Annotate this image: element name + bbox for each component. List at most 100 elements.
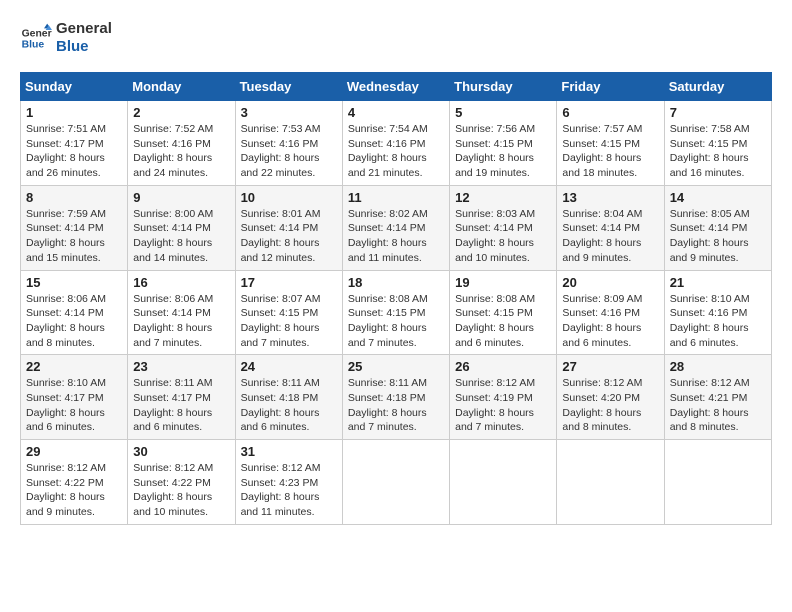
day-number: 14 bbox=[670, 190, 766, 205]
calendar-day-cell: 22 Sunrise: 8:10 AM Sunset: 4:17 PM Dayl… bbox=[21, 355, 128, 440]
calendar-day-cell: 24 Sunrise: 8:11 AM Sunset: 4:18 PM Dayl… bbox=[235, 355, 342, 440]
calendar-day-cell bbox=[450, 440, 557, 525]
calendar-day-cell bbox=[557, 440, 664, 525]
day-number: 8 bbox=[26, 190, 122, 205]
calendar-day-cell: 20 Sunrise: 8:09 AM Sunset: 4:16 PM Dayl… bbox=[557, 270, 664, 355]
day-info: Sunrise: 8:05 AM Sunset: 4:14 PM Dayligh… bbox=[670, 207, 766, 266]
calendar-day-cell: 2 Sunrise: 7:52 AM Sunset: 4:16 PM Dayli… bbox=[128, 101, 235, 186]
day-info: Sunrise: 8:11 AM Sunset: 4:17 PM Dayligh… bbox=[133, 376, 229, 435]
day-info: Sunrise: 8:07 AM Sunset: 4:15 PM Dayligh… bbox=[241, 292, 337, 351]
day-number: 28 bbox=[670, 359, 766, 374]
calendar-day-cell: 27 Sunrise: 8:12 AM Sunset: 4:20 PM Dayl… bbox=[557, 355, 664, 440]
logo-icon: General Blue bbox=[20, 22, 52, 54]
calendar-day-cell: 12 Sunrise: 8:03 AM Sunset: 4:14 PM Dayl… bbox=[450, 185, 557, 270]
day-info: Sunrise: 8:08 AM Sunset: 4:15 PM Dayligh… bbox=[348, 292, 444, 351]
calendar-week-row: 29 Sunrise: 8:12 AM Sunset: 4:22 PM Dayl… bbox=[21, 440, 772, 525]
day-of-week-header: Tuesday bbox=[235, 73, 342, 101]
calendar-day-cell: 14 Sunrise: 8:05 AM Sunset: 4:14 PM Dayl… bbox=[664, 185, 771, 270]
day-info: Sunrise: 8:04 AM Sunset: 4:14 PM Dayligh… bbox=[562, 207, 658, 266]
day-number: 1 bbox=[26, 105, 122, 120]
day-info: Sunrise: 8:12 AM Sunset: 4:19 PM Dayligh… bbox=[455, 376, 551, 435]
calendar-header: SundayMondayTuesdayWednesdayThursdayFrid… bbox=[21, 73, 772, 101]
day-info: Sunrise: 8:00 AM Sunset: 4:14 PM Dayligh… bbox=[133, 207, 229, 266]
calendar-day-cell: 9 Sunrise: 8:00 AM Sunset: 4:14 PM Dayli… bbox=[128, 185, 235, 270]
calendar-week-row: 15 Sunrise: 8:06 AM Sunset: 4:14 PM Dayl… bbox=[21, 270, 772, 355]
day-number: 21 bbox=[670, 275, 766, 290]
calendar-day-cell: 16 Sunrise: 8:06 AM Sunset: 4:14 PM Dayl… bbox=[128, 270, 235, 355]
calendar-body: 1 Sunrise: 7:51 AM Sunset: 4:17 PM Dayli… bbox=[21, 101, 772, 525]
day-info: Sunrise: 8:11 AM Sunset: 4:18 PM Dayligh… bbox=[348, 376, 444, 435]
calendar-day-cell: 8 Sunrise: 7:59 AM Sunset: 4:14 PM Dayli… bbox=[21, 185, 128, 270]
day-number: 11 bbox=[348, 190, 444, 205]
calendar-day-cell: 25 Sunrise: 8:11 AM Sunset: 4:18 PM Dayl… bbox=[342, 355, 449, 440]
calendar-day-cell: 29 Sunrise: 8:12 AM Sunset: 4:22 PM Dayl… bbox=[21, 440, 128, 525]
calendar-day-cell: 7 Sunrise: 7:58 AM Sunset: 4:15 PM Dayli… bbox=[664, 101, 771, 186]
logo: General Blue GeneralBlue bbox=[20, 20, 112, 56]
day-number: 22 bbox=[26, 359, 122, 374]
day-info: Sunrise: 7:54 AM Sunset: 4:16 PM Dayligh… bbox=[348, 122, 444, 181]
day-number: 7 bbox=[670, 105, 766, 120]
day-of-week-header: Saturday bbox=[664, 73, 771, 101]
day-number: 16 bbox=[133, 275, 229, 290]
day-number: 29 bbox=[26, 444, 122, 459]
day-number: 19 bbox=[455, 275, 551, 290]
day-info: Sunrise: 8:12 AM Sunset: 4:23 PM Dayligh… bbox=[241, 461, 337, 520]
day-info: Sunrise: 7:51 AM Sunset: 4:17 PM Dayligh… bbox=[26, 122, 122, 181]
calendar-day-cell bbox=[342, 440, 449, 525]
calendar-day-cell: 17 Sunrise: 8:07 AM Sunset: 4:15 PM Dayl… bbox=[235, 270, 342, 355]
day-number: 3 bbox=[241, 105, 337, 120]
day-info: Sunrise: 8:02 AM Sunset: 4:14 PM Dayligh… bbox=[348, 207, 444, 266]
day-info: Sunrise: 8:12 AM Sunset: 4:22 PM Dayligh… bbox=[26, 461, 122, 520]
calendar-week-row: 1 Sunrise: 7:51 AM Sunset: 4:17 PM Dayli… bbox=[21, 101, 772, 186]
day-info: Sunrise: 8:01 AM Sunset: 4:14 PM Dayligh… bbox=[241, 207, 337, 266]
calendar-day-cell: 10 Sunrise: 8:01 AM Sunset: 4:14 PM Dayl… bbox=[235, 185, 342, 270]
day-info: Sunrise: 8:10 AM Sunset: 4:16 PM Dayligh… bbox=[670, 292, 766, 351]
day-info: Sunrise: 8:12 AM Sunset: 4:21 PM Dayligh… bbox=[670, 376, 766, 435]
day-of-week-header: Thursday bbox=[450, 73, 557, 101]
calendar-day-cell: 18 Sunrise: 8:08 AM Sunset: 4:15 PM Dayl… bbox=[342, 270, 449, 355]
day-info: Sunrise: 7:56 AM Sunset: 4:15 PM Dayligh… bbox=[455, 122, 551, 181]
calendar-table: SundayMondayTuesdayWednesdayThursdayFrid… bbox=[20, 72, 772, 525]
day-info: Sunrise: 8:10 AM Sunset: 4:17 PM Dayligh… bbox=[26, 376, 122, 435]
calendar-day-cell: 13 Sunrise: 8:04 AM Sunset: 4:14 PM Dayl… bbox=[557, 185, 664, 270]
day-of-week-header: Wednesday bbox=[342, 73, 449, 101]
day-info: Sunrise: 7:53 AM Sunset: 4:16 PM Dayligh… bbox=[241, 122, 337, 181]
day-number: 5 bbox=[455, 105, 551, 120]
calendar-day-cell: 6 Sunrise: 7:57 AM Sunset: 4:15 PM Dayli… bbox=[557, 101, 664, 186]
calendar-day-cell: 5 Sunrise: 7:56 AM Sunset: 4:15 PM Dayli… bbox=[450, 101, 557, 186]
calendar-day-cell bbox=[664, 440, 771, 525]
day-info: Sunrise: 8:06 AM Sunset: 4:14 PM Dayligh… bbox=[26, 292, 122, 351]
day-number: 17 bbox=[241, 275, 337, 290]
day-number: 31 bbox=[241, 444, 337, 459]
day-number: 23 bbox=[133, 359, 229, 374]
logo-text: GeneralBlue bbox=[56, 20, 112, 56]
day-info: Sunrise: 8:09 AM Sunset: 4:16 PM Dayligh… bbox=[562, 292, 658, 351]
day-info: Sunrise: 7:58 AM Sunset: 4:15 PM Dayligh… bbox=[670, 122, 766, 181]
day-number: 24 bbox=[241, 359, 337, 374]
day-info: Sunrise: 7:52 AM Sunset: 4:16 PM Dayligh… bbox=[133, 122, 229, 181]
calendar-day-cell: 30 Sunrise: 8:12 AM Sunset: 4:22 PM Dayl… bbox=[128, 440, 235, 525]
day-info: Sunrise: 8:11 AM Sunset: 4:18 PM Dayligh… bbox=[241, 376, 337, 435]
day-number: 15 bbox=[26, 275, 122, 290]
calendar-day-cell: 11 Sunrise: 8:02 AM Sunset: 4:14 PM Dayl… bbox=[342, 185, 449, 270]
calendar-day-cell: 26 Sunrise: 8:12 AM Sunset: 4:19 PM Dayl… bbox=[450, 355, 557, 440]
day-number: 6 bbox=[562, 105, 658, 120]
calendar-day-cell: 4 Sunrise: 7:54 AM Sunset: 4:16 PM Dayli… bbox=[342, 101, 449, 186]
calendar-day-cell: 3 Sunrise: 7:53 AM Sunset: 4:16 PM Dayli… bbox=[235, 101, 342, 186]
day-number: 20 bbox=[562, 275, 658, 290]
calendar-day-cell: 23 Sunrise: 8:11 AM Sunset: 4:17 PM Dayl… bbox=[128, 355, 235, 440]
day-number: 30 bbox=[133, 444, 229, 459]
day-of-week-header: Friday bbox=[557, 73, 664, 101]
calendar-day-cell: 21 Sunrise: 8:10 AM Sunset: 4:16 PM Dayl… bbox=[664, 270, 771, 355]
day-info: Sunrise: 8:08 AM Sunset: 4:15 PM Dayligh… bbox=[455, 292, 551, 351]
day-info: Sunrise: 7:57 AM Sunset: 4:15 PM Dayligh… bbox=[562, 122, 658, 181]
day-number: 9 bbox=[133, 190, 229, 205]
svg-text:Blue: Blue bbox=[22, 40, 45, 51]
calendar-week-row: 22 Sunrise: 8:10 AM Sunset: 4:17 PM Dayl… bbox=[21, 355, 772, 440]
day-number: 2 bbox=[133, 105, 229, 120]
calendar-day-cell: 28 Sunrise: 8:12 AM Sunset: 4:21 PM Dayl… bbox=[664, 355, 771, 440]
calendar-day-cell: 19 Sunrise: 8:08 AM Sunset: 4:15 PM Dayl… bbox=[450, 270, 557, 355]
calendar-week-row: 8 Sunrise: 7:59 AM Sunset: 4:14 PM Dayli… bbox=[21, 185, 772, 270]
calendar-day-cell: 1 Sunrise: 7:51 AM Sunset: 4:17 PM Dayli… bbox=[21, 101, 128, 186]
day-number: 27 bbox=[562, 359, 658, 374]
